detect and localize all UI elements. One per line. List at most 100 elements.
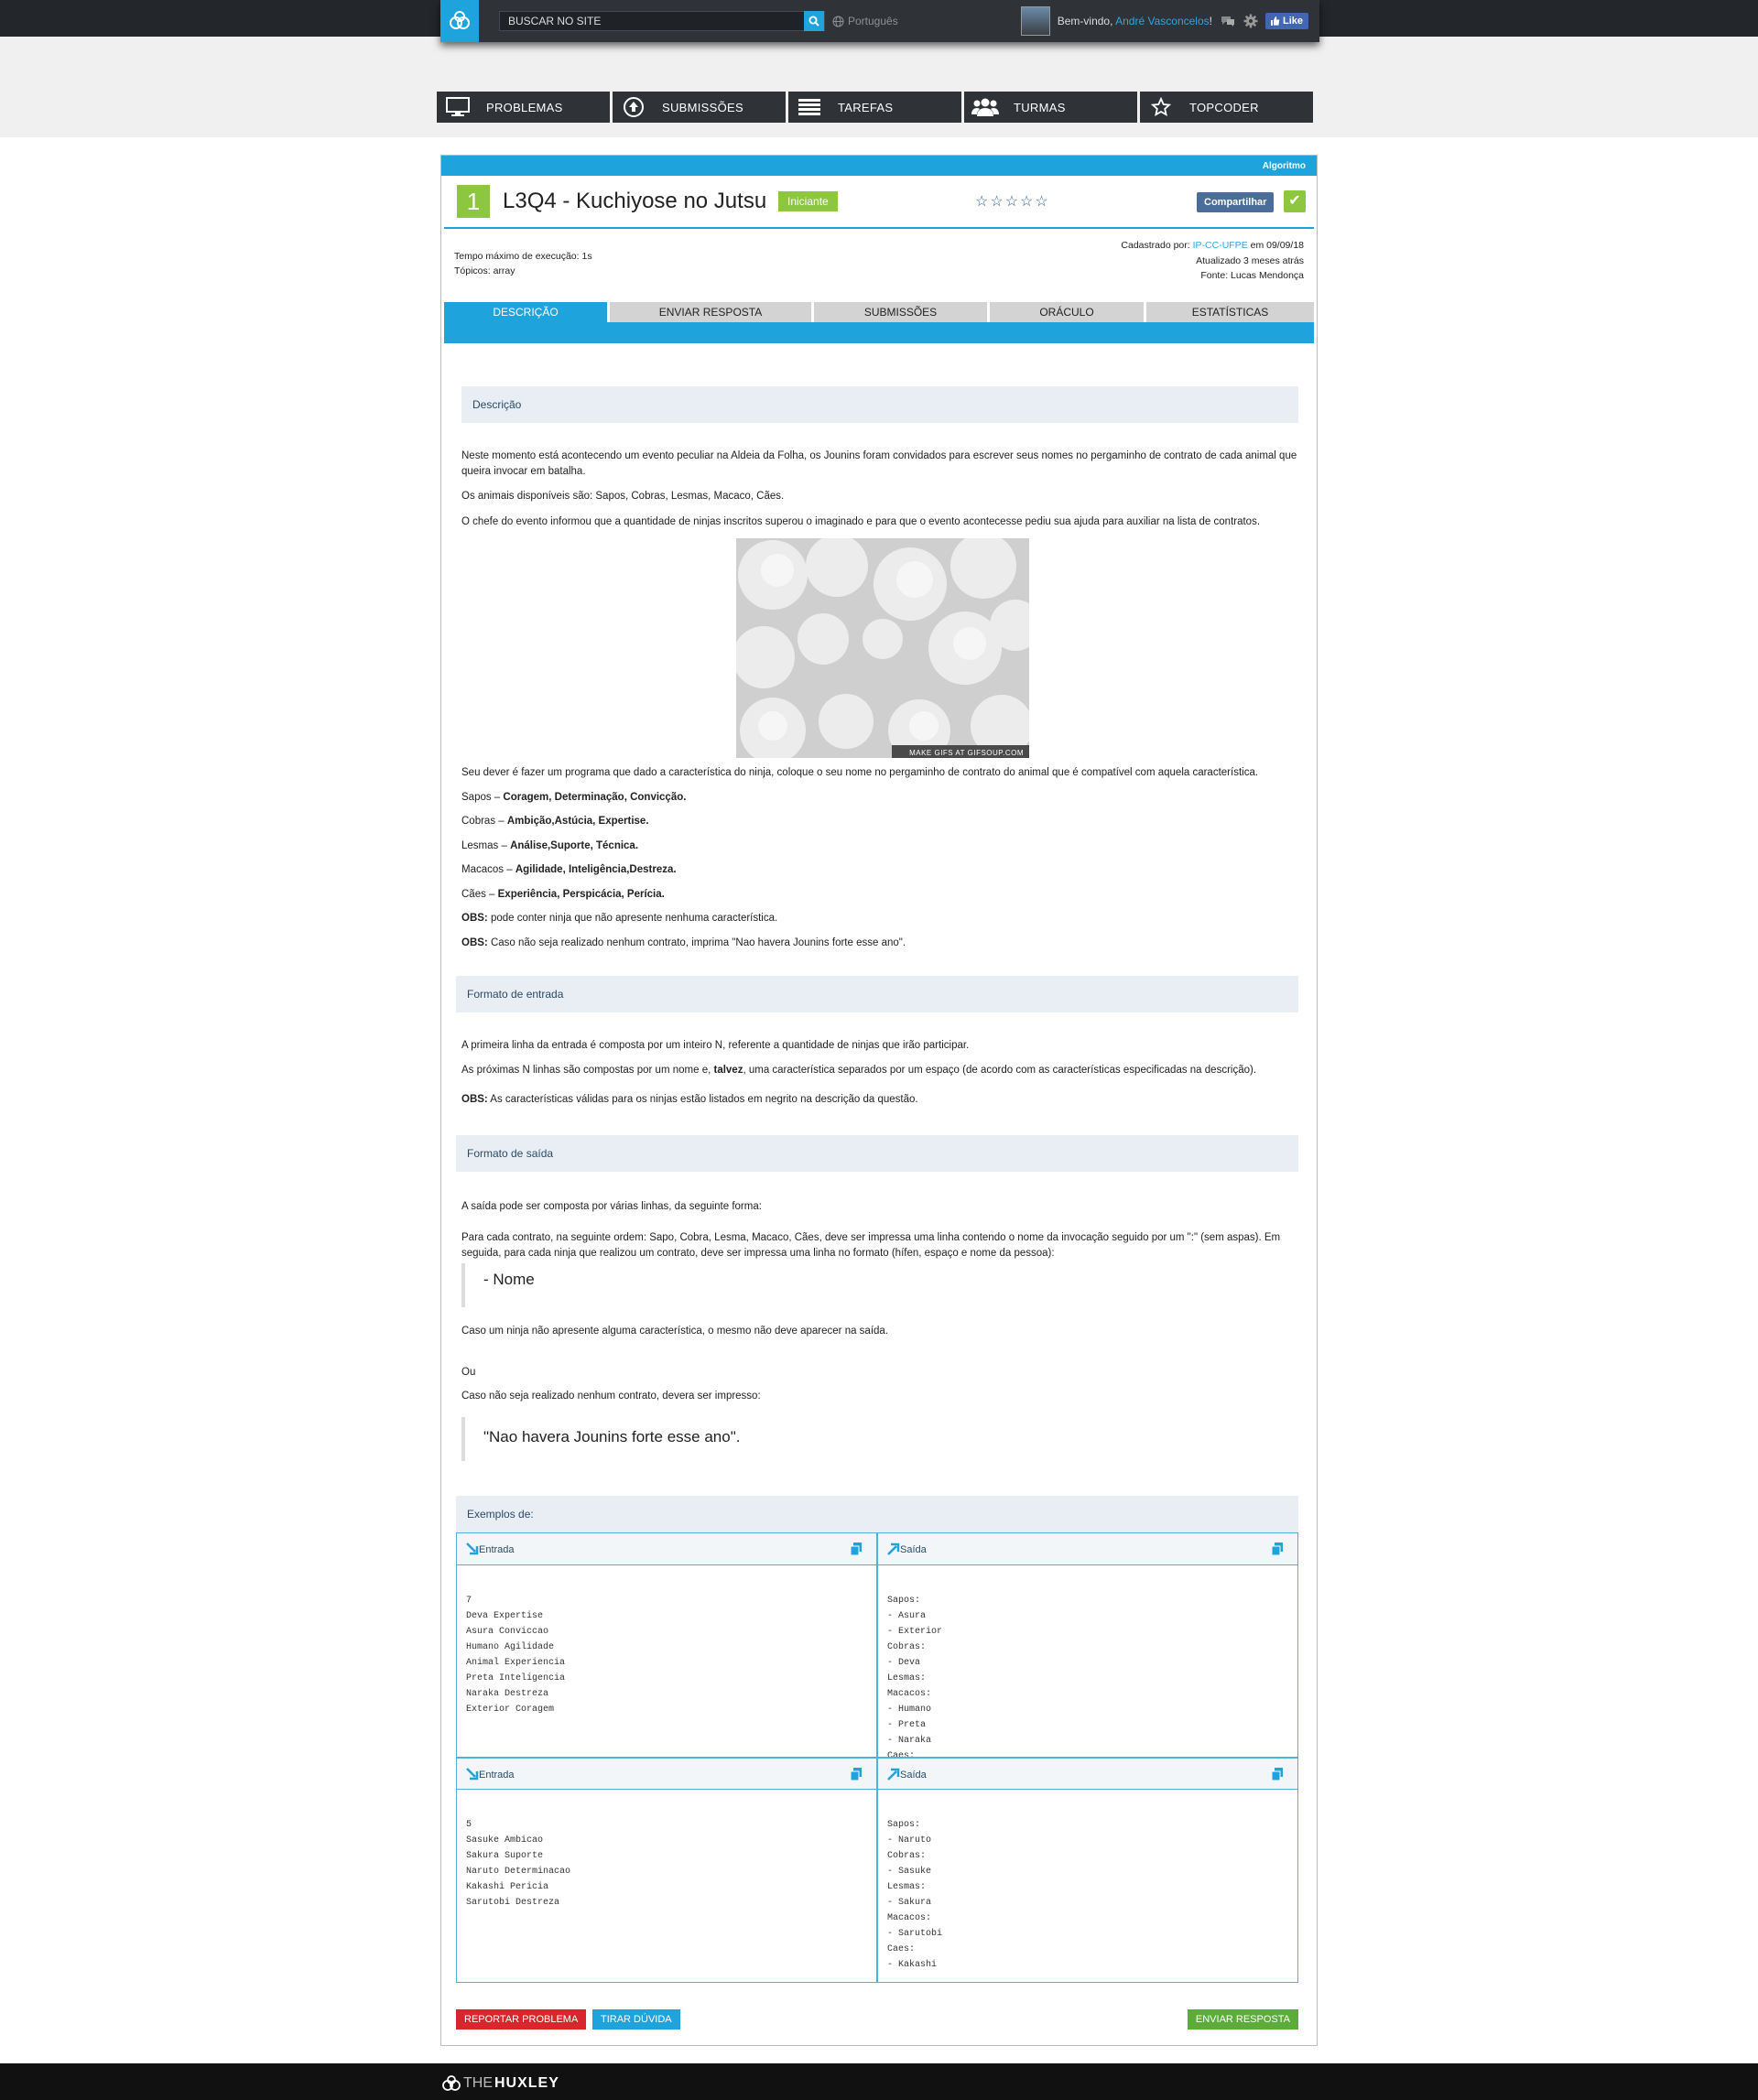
search-box (499, 11, 825, 31)
example-label: Entrada (479, 1543, 515, 1555)
nav-turmas[interactable]: TURMAS (964, 92, 1137, 123)
paragraph: Ou (461, 1366, 476, 1378)
nav-label: TURMAS (1014, 100, 1066, 114)
animal-traits: Experiência, Perspicácia, Perícia. (497, 888, 665, 900)
user-name-link[interactable]: André Vasconcelos (1115, 15, 1210, 27)
format-quote: - Nome (461, 1263, 1298, 1307)
copy-icon[interactable] (1272, 1767, 1283, 1781)
main-nav: PROBLEMAS SUBMISSÕES TAREFAS TURMAS TOPC… (437, 92, 1313, 123)
description-content: Descrição Neste momento está acontecendo… (456, 386, 1298, 1983)
format-quote: "Nao havera Jounins forte esse ano". (461, 1416, 1298, 1461)
registered-by-link[interactable]: IP-CC-UFPE (1193, 240, 1248, 251)
footer-logo-text-a: THE (463, 2075, 493, 2091)
time-limit: Tempo máximo de execução: 1s (454, 251, 592, 262)
animal-item: Sapos – Coragem, Determinação, Convicção… (461, 790, 1298, 806)
welcome-prefix: Bem-vindo, (1057, 15, 1116, 27)
text-part: , uma característica separados por um es… (743, 1064, 1257, 1076)
report-problem-button[interactable]: REPORTAR PROBLEMA (456, 2009, 587, 2030)
section-title: Formato de saída (467, 1146, 554, 1160)
nav-label: PROBLEMAS (486, 100, 563, 114)
paragraph: Caso um ninja não apresente alguma carac… (461, 1326, 889, 1337)
search-button[interactable] (804, 11, 824, 31)
example-output: Saída Sapos: - Naruto Cobras: - Sasuke L… (876, 1757, 1297, 1982)
animal-name: Cães – (461, 888, 498, 900)
copy-icon[interactable] (851, 1542, 862, 1555)
site-logo-icon[interactable] (440, 0, 479, 42)
registered-date: em 09/09/18 (1247, 240, 1304, 251)
category-bar: Algoritmo (441, 156, 1317, 176)
nav-tarefas[interactable]: TAREFAS (788, 92, 961, 123)
upload-circle-icon (624, 97, 644, 117)
example-label: Saída (900, 1543, 927, 1555)
tab-submissoes[interactable]: SUBMISSÕES (814, 302, 987, 322)
nav-topcoder[interactable]: TOPCODER (1140, 92, 1313, 123)
problem-tabs: DESCRIÇÃO ENVIAR RESPOSTA SUBMISSÕES ORÁ… (444, 302, 1314, 343)
example-input-header: Entrada (457, 1757, 876, 1790)
language-selector[interactable]: Português (832, 15, 898, 27)
animal-name: Cobras – (461, 816, 507, 827)
nav-problemas[interactable]: PROBLEMAS (437, 92, 610, 123)
obs-label: OBS: (461, 936, 488, 948)
tab-oraculo[interactable]: ORÁCULO (990, 302, 1144, 322)
tab-underline-bar (444, 322, 1314, 343)
tab-descricao[interactable]: DESCRIÇÃO (444, 302, 607, 322)
language-label: Português (848, 15, 898, 27)
animal-name: Lesmas – (461, 839, 511, 851)
ask-question-button[interactable]: TIRAR DÚVIDA (592, 2009, 680, 2030)
arrow-down-right-icon (466, 1542, 479, 1554)
section-heading-descricao: Descrição (461, 386, 1298, 423)
examples-table: Entrada 7 Deva Expertise Asura Conviccao… (456, 1532, 1298, 1983)
animal-traits: Análise,Suporte, Técnica. (510, 839, 639, 851)
obs-text: pode conter ninja que não apresente nenh… (487, 913, 778, 924)
animal-item: Lesmas – Análise,Suporte, Técnica. (461, 839, 1298, 854)
rating-stars[interactable]: ☆☆☆☆☆ (975, 192, 1050, 211)
arrow-up-right-icon (887, 1768, 900, 1781)
title-row: 1 L3Q4 - Kuchiyose no Jutsu Iniciante ☆☆… (444, 176, 1314, 229)
like-label: Like (1282, 16, 1303, 27)
gear-icon[interactable] (1243, 14, 1258, 28)
paragraph: Caso não seja realizado nenhum contrato,… (461, 1391, 761, 1402)
text-bold: talvez (713, 1064, 743, 1076)
footer: THE HUXLEY (0, 2063, 1758, 2100)
topics: Tópicos: array (454, 265, 515, 276)
share-button[interactable]: Compartilhar (1197, 192, 1275, 212)
example-label: Entrada (479, 1769, 515, 1781)
example-output-text: Sapos: - Naruto Cobras: - Sasuke Lesmas:… (887, 1819, 943, 1970)
tab-estatisticas[interactable]: ESTATÍSTICAS (1146, 302, 1314, 322)
footer-logo[interactable]: THE HUXLEY (441, 2074, 559, 2093)
nav-submissoes[interactable]: SUBMISSÕES (613, 92, 786, 123)
paragraph: Seu dever é fazer um programa que dado a… (461, 767, 1259, 778)
registered-prefix: Cadastrado por: (1121, 240, 1193, 251)
facebook-like-button[interactable]: Like (1264, 13, 1308, 29)
chat-icon[interactable] (1220, 15, 1236, 27)
example-input: Entrada 7 Deva Expertise Asura Conviccao… (457, 1532, 876, 1757)
meta-right: Cadastrado por: IP-CC-UFPE em 09/09/18 A… (1121, 238, 1304, 284)
copy-icon[interactable] (851, 1767, 862, 1781)
example-output-header: Saída (878, 1757, 1297, 1790)
submit-answer-button[interactable]: ENVIAR RESPOSTA (1187, 2009, 1298, 2030)
bottom-actions: REPORTAR PROBLEMA TIRAR DÚVIDA ENVIAR RE… (456, 2009, 1298, 2030)
text-part: As próximas N linhas são compostas por u… (461, 1064, 714, 1076)
copy-icon[interactable] (1272, 1542, 1283, 1555)
obs-label: OBS: (461, 1094, 488, 1105)
obs-note: OBS: Caso não seja realizado nenhum cont… (461, 936, 1298, 951)
tab-enviar-resposta[interactable]: ENVIAR RESPOSTA (610, 302, 811, 322)
category-label: Algoritmo (1262, 161, 1306, 171)
section-title: Descrição (472, 398, 522, 411)
example-output-text: Sapos: - Asura - Exterior Cobras: - Deva… (887, 1595, 943, 1757)
animal-name: Macacos – (461, 864, 515, 875)
animal-item: Macacos – Agilidade, Inteligência,Destre… (461, 862, 1298, 878)
animal-item: Cobras – Ambição,Astúcia, Expertise. (461, 814, 1298, 829)
thumbs-up-icon (1270, 16, 1280, 26)
section-heading-exemplos: Exemplos de: (456, 1495, 1298, 1532)
level-badge: Iniciante (778, 191, 838, 211)
nav-label: SUBMISSÕES (662, 100, 743, 114)
animal-list: Sapos – Coragem, Determinação, Convicção… (461, 790, 1298, 951)
paragraph: A saída pode ser composta por várias lin… (461, 1200, 762, 1212)
problem-title: L3Q4 - Kuchiyose no Jutsu (503, 189, 767, 213)
search-input[interactable] (500, 12, 804, 30)
obs-label: OBS: (461, 913, 488, 924)
example-input-text: 7 Deva Expertise Asura Conviccao Humano … (466, 1595, 566, 1715)
paragraph: Para cada contrato, na seguinte ordem: S… (461, 1232, 1281, 1259)
avatar[interactable] (1020, 6, 1050, 36)
